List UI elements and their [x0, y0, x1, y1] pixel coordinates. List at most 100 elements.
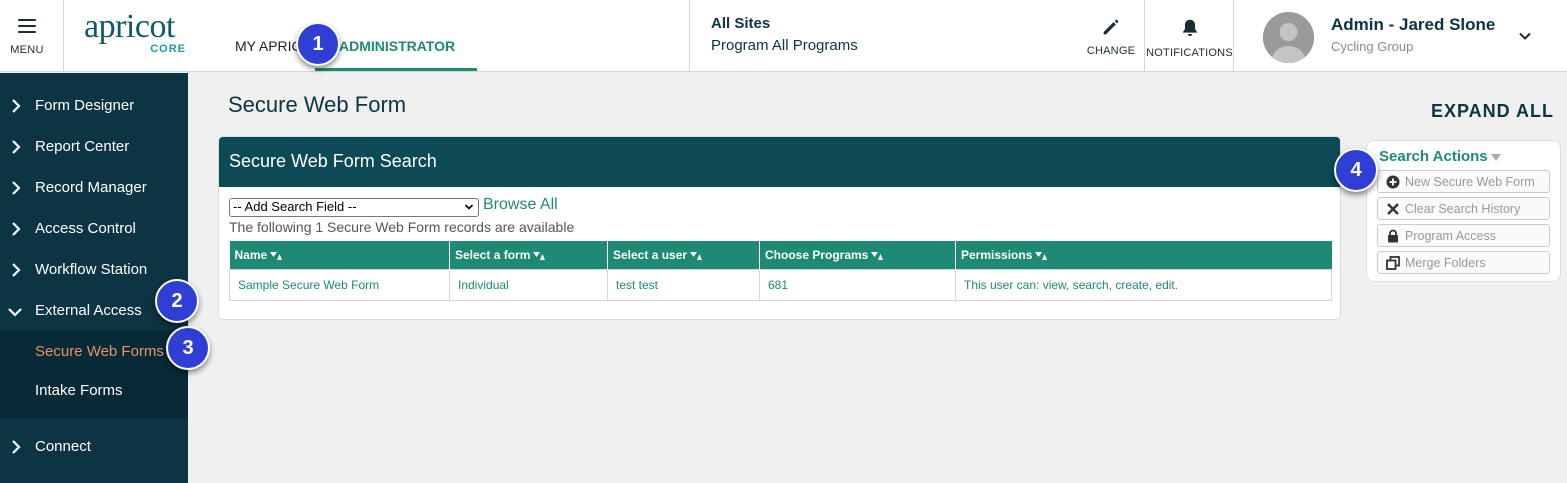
hamburger-icon [18, 19, 36, 33]
user-silhouette-icon [1263, 12, 1314, 63]
lock-icon [1388, 229, 1398, 243]
sidebar: Form Designer Report Center Record Manag… [0, 73, 188, 483]
new-secure-web-form-button[interactable]: New Secure Web Form [1377, 170, 1550, 193]
callout-badge-1: 1 [296, 22, 340, 66]
page-title: Secure Web Form [228, 92, 407, 117]
column-header-permissions[interactable]: Permissions [955, 241, 1332, 269]
triangle-down-icon [1490, 153, 1501, 161]
action-label: New Secure Web Form [1405, 175, 1535, 189]
bell-icon [1182, 19, 1197, 36]
plus-circle-icon [1386, 175, 1400, 189]
notifications-button[interactable]: NOTIFICATIONS [1146, 0, 1233, 72]
apricot-logo[interactable]: apricot CORE [84, 10, 194, 60]
tab-my-apricot[interactable]: MY APRICOT [235, 38, 305, 54]
search-panel: Secure Web Form Search -- Add Search Fie… [218, 136, 1341, 320]
sidebar-item-label: Report Center [35, 138, 130, 155]
sidebar-item-form-designer[interactable]: Form Designer [0, 86, 188, 127]
clear-search-history-button[interactable]: Clear Search History [1377, 197, 1550, 220]
sidebar-item-record-manager[interactable]: Record Manager [0, 168, 188, 209]
pencil-icon [1103, 19, 1119, 35]
cell-form[interactable]: Individual [449, 268, 608, 301]
program-name: Program All Programs [711, 37, 858, 54]
change-label: CHANGE [1086, 45, 1136, 57]
menu-button[interactable]: MENU [0, 0, 64, 72]
table-row[interactable]: Sample Secure Web Form Individual test t… [229, 268, 1332, 301]
sidebar-item-label: External Access [35, 302, 142, 319]
column-header-label: Choose Programs [765, 247, 869, 262]
add-search-field-select[interactable]: -- Add Search Field -- [229, 198, 479, 217]
site-program-selector[interactable]: All Sites Program All Programs [711, 15, 858, 54]
cell-permissions[interactable]: This user can: view, search, create, edi… [955, 268, 1332, 301]
search-panel-title: Secure Web Form Search [229, 151, 437, 171]
notifications-label: NOTIFICATIONS [1146, 47, 1233, 59]
sort-icon [533, 251, 546, 260]
sidebar-item-workflow-station[interactable]: Workflow Station [0, 250, 188, 291]
browse-all-link[interactable]: Browse All [483, 196, 558, 214]
column-header-label: Name [234, 247, 268, 262]
user-info[interactable]: Admin - Jared Slone Cycling Group [1331, 15, 1495, 54]
action-label: Clear Search History [1405, 202, 1521, 216]
active-tab-underline [315, 68, 477, 71]
top-bar: MENU apricot CORE MY APRICOT ADMINISTRAT… [0, 0, 1567, 72]
sidebar-item-connect[interactable]: Connect [0, 427, 188, 468]
cell-programs[interactable]: 681 [759, 268, 956, 301]
records-note: The following 1 Secure Web Form records … [229, 219, 575, 235]
divider [1144, 0, 1145, 72]
sidebar-item-label: Workflow Station [35, 261, 148, 278]
external-access-submenu: Secure Web Forms Intake Forms [0, 330, 188, 418]
chevron-down-icon[interactable] [1516, 27, 1534, 45]
add-search-field-value: -- Add Search Field -- [233, 199, 357, 214]
column-header-select-a-form[interactable]: Select a form [449, 241, 608, 269]
logo-word: apricot [84, 8, 175, 45]
column-header-choose-programs[interactable]: Choose Programs [759, 241, 956, 269]
chevron-right-icon [12, 263, 21, 277]
user-group: Cycling Group [1331, 39, 1414, 54]
program-access-button[interactable]: Program Access [1377, 224, 1550, 247]
avatar[interactable] [1263, 12, 1314, 63]
sidebar-subitem-secure-web-forms[interactable]: Secure Web Forms [35, 343, 164, 360]
column-header-label: Select a user [613, 247, 688, 262]
sort-icon [690, 251, 703, 260]
change-button[interactable]: CHANGE [1083, 0, 1139, 72]
callout-badge-3: 3 [166, 326, 210, 370]
search-actions-panel: Search Actions New Secure Web Form Clear… [1366, 140, 1561, 282]
sort-icon [1035, 251, 1048, 260]
chevron-right-icon [12, 222, 21, 236]
divider [689, 0, 690, 72]
column-header-select-a-user[interactable]: Select a user [607, 241, 760, 269]
action-label: Merge Folders [1405, 256, 1486, 270]
search-actions-toggle[interactable]: Search Actions [1379, 148, 1501, 165]
sidebar-item-access-control[interactable]: Access Control [0, 209, 188, 250]
user-name: Admin - Jared Slone [1331, 15, 1496, 34]
sidebar-subitem-intake-forms[interactable]: Intake Forms [35, 382, 123, 399]
chevron-down-icon [8, 308, 22, 317]
sort-icon [871, 251, 884, 260]
chevron-right-icon [12, 440, 21, 454]
expand-all-button[interactable]: EXPAND ALL [1431, 101, 1554, 122]
column-header-label: Permissions [961, 247, 1033, 262]
search-actions-title: Search Actions [1379, 148, 1488, 165]
tab-administrator[interactable]: ADMINISTRATOR [339, 38, 455, 54]
merge-folders-button[interactable]: Merge Folders [1377, 251, 1550, 274]
action-label: Program Access [1405, 229, 1497, 243]
menu-label: MENU [10, 44, 44, 56]
sidebar-item-report-center[interactable]: Report Center [0, 127, 188, 168]
cell-name[interactable]: Sample Secure Web Form [229, 268, 450, 301]
sidebar-item-label: Connect [35, 438, 91, 455]
logo-sub: CORE [150, 43, 186, 55]
table-header-row: Name Select a form Select a user Choose … [229, 241, 1332, 269]
sidebar-item-label: Access Control [35, 220, 136, 237]
merge-folders-icon [1386, 256, 1400, 270]
chevron-right-icon [12, 181, 21, 195]
site-name: All Sites [711, 15, 771, 32]
x-icon [1387, 203, 1399, 215]
chevron-right-icon [12, 140, 21, 154]
cell-user[interactable]: test test [607, 268, 760, 301]
chevron-down-icon [464, 204, 474, 210]
sort-icon [270, 251, 283, 260]
divider [1233, 0, 1234, 72]
column-header-name[interactable]: Name [229, 241, 450, 269]
sidebar-item-label: Record Manager [35, 179, 147, 196]
callout-badge-2: 2 [155, 279, 199, 323]
chevron-right-icon [12, 99, 21, 113]
